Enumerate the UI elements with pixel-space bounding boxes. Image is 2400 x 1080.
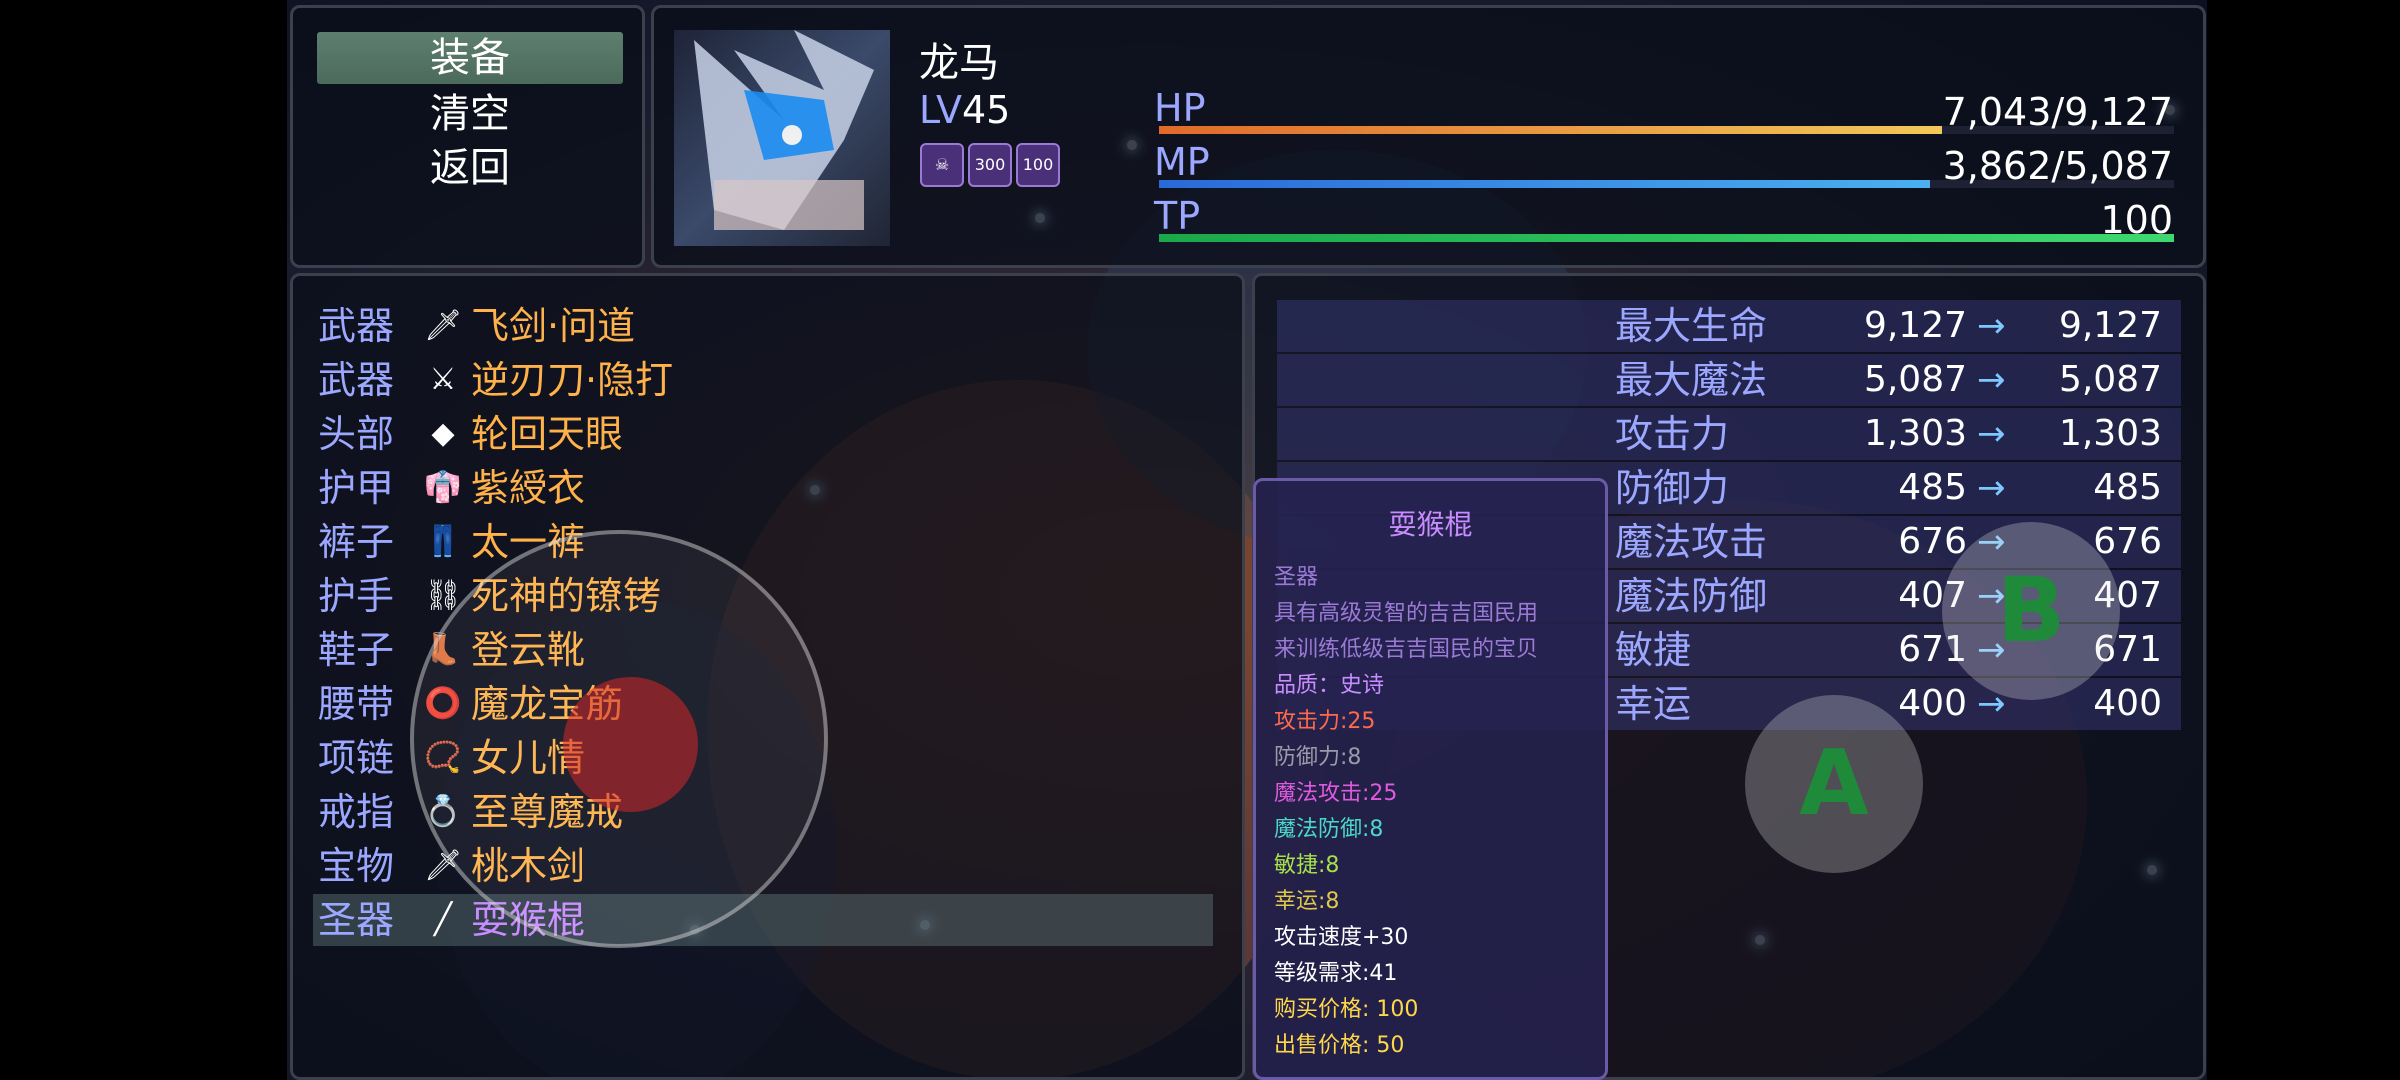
tp-value: 100 — [2100, 198, 2173, 242]
gauge-fill — [1159, 126, 1943, 134]
slot-type-label: 裤子 — [318, 520, 395, 564]
slot-type-label: 腰带 — [318, 682, 395, 726]
equip-slot-row[interactable]: 武器 ⚔ 逆刃刀·隐打 — [313, 354, 1213, 406]
shield-100-icon: 100 — [1016, 143, 1060, 187]
slot-type-label: 头部 — [318, 412, 395, 456]
mp-label: MP — [1154, 140, 1210, 184]
param-name: 最大魔法 — [1615, 358, 1768, 402]
flying-sword-icon: 🗡 — [423, 308, 463, 343]
item-help-window: 耍猴棍 圣器具有高级灵智的吉吉国民用 来训练低级吉吉国民的宝贝 品质：史诗攻击力:2… — [1253, 478, 1608, 1080]
menu-item-back[interactable]: 返回 — [317, 142, 623, 194]
param-new-value: 5,087 — [2058, 359, 2162, 400]
slot-type-label: 护手 — [318, 574, 395, 618]
hp-value: 7,043/9,127 — [1942, 90, 2173, 134]
equipped-item-name: 紫綬衣 — [471, 466, 586, 510]
equip-slot-row[interactable]: 头部 ◆ 轮回天眼 — [313, 408, 1213, 460]
hp-label: HP — [1154, 86, 1206, 130]
command-window: 装备 清空 返回 — [290, 5, 645, 268]
param-row: 最大魔法 5,087 → 5,087 — [1277, 354, 2181, 406]
actor-status-window: 龙马 LV45 ☠ 300 100 HP 7,043/9,127 MP 3,86… — [651, 5, 2206, 268]
slot-type-label: 武器 — [318, 358, 395, 402]
slot-type-label: 宝物 — [318, 844, 395, 888]
equipped-item-name: 飞剑·问道 — [471, 304, 636, 348]
help-text-line: 防御力:8 — [1274, 745, 1362, 770]
equip-slot-row[interactable]: 圣器 ╱ 耍猴棍 — [313, 894, 1213, 946]
actor-level: LV45 — [919, 88, 1011, 132]
slot-type-label: 护甲 — [318, 466, 395, 510]
help-text-line: 等级需求:41 — [1274, 961, 1398, 986]
joystick-knob[interactable] — [563, 677, 698, 812]
right-arrow-icon: → — [1977, 414, 2006, 454]
param-name: 魔法防御 — [1615, 574, 1768, 618]
right-arrow-icon: → — [1977, 306, 2006, 346]
help-text-line: 来训练低级吉吉国民的宝贝 — [1274, 637, 1539, 662]
param-row: 最大生命 9,127 → 9,127 — [1277, 300, 2181, 352]
menu-item-equip[interactable]: 装备 — [317, 32, 623, 84]
slot-type-label: 圣器 — [318, 898, 395, 942]
fang-mouth-icon: ☠ — [920, 143, 964, 187]
help-text-line: 攻击力:25 — [1274, 709, 1376, 734]
param-name: 魔法攻击 — [1615, 520, 1768, 564]
mp-value: 3,862/5,087 — [1942, 144, 2173, 188]
reverse-blade-icon: ⚔ — [429, 362, 457, 397]
tp-label: TP — [1154, 194, 1201, 238]
help-text-line: 攻击速度+30 — [1274, 925, 1409, 950]
slot-type-label: 武器 — [318, 304, 395, 348]
help-item-title: 耍猴棍 — [1388, 508, 1473, 541]
slot-type-label: 鞋子 — [318, 628, 395, 672]
param-new-value: 485 — [2093, 467, 2162, 508]
param-new-value: 1,303 — [2058, 413, 2162, 454]
param-name: 幸运 — [1615, 682, 1692, 726]
actor-portrait — [674, 30, 890, 246]
gauge-fill — [1159, 180, 1930, 188]
actor-name: 龙马 — [919, 40, 999, 86]
a-button[interactable]: A — [1745, 695, 1923, 873]
param-current-value: 5,087 — [1863, 359, 1967, 400]
help-text-line: 出售价格: 50 — [1274, 1033, 1405, 1058]
b-button[interactable]: B — [1942, 522, 2120, 700]
right-arrow-icon: → — [1977, 360, 2006, 400]
staff-icon: ╱ — [433, 902, 453, 937]
param-current-value: 1,303 — [1863, 413, 1967, 454]
menu-item-clear[interactable]: 清空 — [317, 88, 623, 140]
help-text-line: 幸运:8 — [1274, 889, 1340, 914]
param-current-value: 676 — [1898, 521, 1967, 562]
help-text-line: 品质：史诗 — [1274, 673, 1385, 698]
equip-slot-row[interactable]: 裤子 👖 太一裤 — [313, 516, 1213, 568]
param-name: 防御力 — [1615, 466, 1730, 510]
equipped-item-name: 轮回天眼 — [471, 412, 624, 456]
robe-icon: 👘 — [424, 470, 462, 505]
slot-type-label: 戒指 — [318, 790, 395, 834]
param-name: 敏捷 — [1615, 628, 1692, 672]
skull-300-icon: 300 — [968, 143, 1012, 187]
param-current-value: 9,127 — [1863, 305, 1967, 346]
help-text-line: 购买价格: 100 — [1274, 997, 1419, 1022]
help-text-line: 敏捷:8 — [1274, 853, 1340, 878]
param-name: 攻击力 — [1615, 412, 1730, 456]
right-arrow-icon: → — [1977, 468, 2006, 508]
help-text-line: 魔法攻击:25 — [1274, 781, 1398, 806]
equipped-item-name: 逆刃刀·隐打 — [471, 358, 674, 402]
tp-gauge — [1159, 234, 2174, 242]
param-current-value: 485 — [1898, 467, 1967, 508]
equip-slot-row[interactable]: 武器 🗡 飞剑·问道 — [313, 300, 1213, 352]
pants-icon: 👖 — [424, 524, 462, 559]
eye-gem-icon: ◆ — [431, 416, 455, 451]
equip-slot-row[interactable]: 护甲 👘 紫綬衣 — [313, 462, 1213, 514]
help-text-line: 具有高级灵智的吉吉国民用 — [1274, 601, 1539, 626]
gauge-fill — [1159, 234, 2174, 242]
param-name: 最大生命 — [1615, 304, 1768, 348]
help-text-line: 魔法防御:8 — [1274, 817, 1384, 842]
slot-type-label: 项链 — [318, 736, 395, 780]
param-row: 攻击力 1,303 → 1,303 — [1277, 408, 2181, 460]
help-text-line: 圣器 — [1274, 565, 1319, 590]
param-new-value: 9,127 — [2058, 305, 2162, 346]
